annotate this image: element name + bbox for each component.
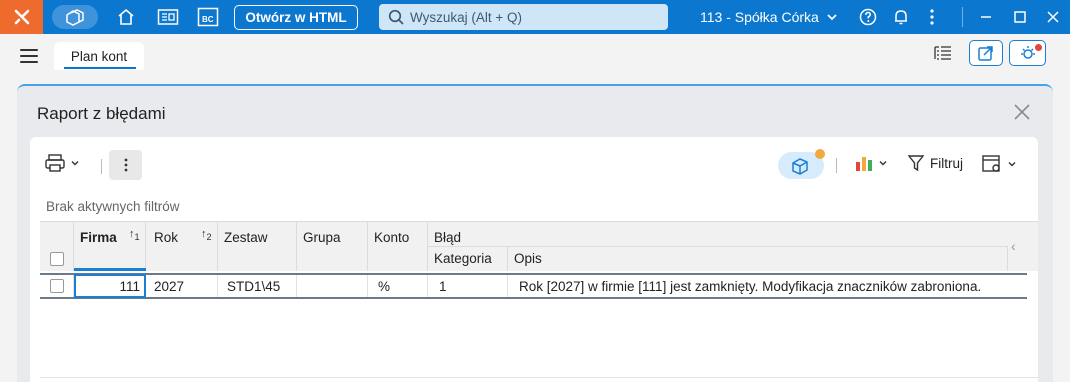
chevron-down-icon <box>879 161 887 166</box>
tree-list-icon[interactable] <box>926 40 960 66</box>
column-chooser-area: ‹ <box>1008 222 1038 271</box>
workspace: Plan kont Raport z błędami Filtruj Brak … <box>0 34 1070 382</box>
open-html-button[interactable]: Otwórz w HTML <box>234 5 358 30</box>
column-header-opis[interactable]: Opis <box>508 246 1008 271</box>
more-options-button[interactable] <box>109 150 142 180</box>
filter-label: Filtruj <box>930 155 963 171</box>
print-button[interactable] <box>44 153 80 173</box>
home-icon[interactable] <box>116 5 136 29</box>
chevron-down-icon <box>71 161 79 166</box>
sort-ascending-icon: ↑1 <box>129 228 140 243</box>
column-header-firma[interactable]: Firma ↑1 <box>74 222 146 271</box>
report-panel: Filtruj Brak aktywnych filtrów Firma ↑1 … <box>30 137 1038 382</box>
tab-plan-kont[interactable]: Plan kont <box>54 42 144 70</box>
modules-icon[interactable] <box>52 5 98 29</box>
maximize-icon[interactable] <box>1012 5 1028 29</box>
column-header-konto[interactable]: Konto <box>368 222 428 271</box>
chevron-left-icon[interactable]: ‹ <box>1011 238 1016 254</box>
cell-kategoria[interactable]: 1 <box>428 275 508 297</box>
notification-dot <box>1035 44 1042 51</box>
title-bar: BC Otwórz w HTML Wyszukaj (Alt + Q) 113 … <box>0 0 1070 34</box>
column-group-header-blad: Błąd <box>428 222 1008 246</box>
active-filters-status: Brak aktywnych filtrów <box>46 199 180 214</box>
cell-zestaw[interactable]: STD1\45 <box>218 275 297 297</box>
column-header-grupa[interactable]: Grupa <box>297 222 368 271</box>
cell-opis[interactable]: Rok [2027] w firmie [111] jest zamknięty… <box>508 275 1027 297</box>
row-checkbox-cell <box>40 275 74 297</box>
search-icon <box>388 9 404 25</box>
sorted-column-indicator <box>74 268 146 271</box>
toolbar-divider <box>836 158 837 173</box>
chevron-down-icon[interactable] <box>826 11 838 23</box>
cell-grupa[interactable] <box>297 275 368 297</box>
cell-rok[interactable]: 2027 <box>146 275 218 297</box>
bar-chart-icon <box>856 157 872 171</box>
svg-text:BC: BC <box>202 15 214 24</box>
search-placeholder: Wyszukaj (Alt + Q) <box>410 9 523 25</box>
bc-icon[interactable]: BC <box>196 5 220 29</box>
close-window-icon[interactable] <box>1045 5 1061 29</box>
cell-konto[interactable]: % <box>368 275 428 297</box>
table-row[interactable]: 111 2027 STD1\45 % 1 Rok [2027] w firmie… <box>40 273 1027 299</box>
select-all-header <box>40 222 74 271</box>
select-all-checkbox[interactable] <box>50 252 64 266</box>
column-header-zestaw[interactable]: Zestaw <box>218 222 297 271</box>
close-dialog-icon[interactable] <box>1013 103 1031 121</box>
cube-icon <box>792 157 808 175</box>
scrollbar-track <box>40 377 1038 378</box>
view-cube-button[interactable] <box>778 149 825 179</box>
active-tab-indicator <box>64 67 136 69</box>
column-header-kategoria[interactable]: Kategoria <box>428 246 508 271</box>
error-report-dialog: Raport z błędami Filtruj Brak aktywnych … <box>17 84 1053 382</box>
filter-icon <box>907 155 925 172</box>
view-settings-icon <box>982 155 1000 172</box>
status-dot <box>815 149 825 159</box>
more-vertical-icon <box>124 158 127 172</box>
help-icon[interactable] <box>858 5 878 29</box>
menu-icon[interactable] <box>20 49 38 67</box>
tips-lightbulb-icon[interactable] <box>1009 40 1046 66</box>
search-input[interactable]: Wyszukaj (Alt + Q) <box>379 4 668 30</box>
document-list-icon[interactable] <box>156 5 180 29</box>
cell-firma[interactable]: 111 <box>74 274 146 298</box>
toolbar-divider <box>101 159 102 174</box>
share-export-icon[interactable] <box>969 40 1003 66</box>
view-settings-button[interactable] <box>981 154 1017 174</box>
row-checkbox[interactable] <box>50 279 64 293</box>
filter-button[interactable]: Filtruj <box>907 154 963 172</box>
dialog-title: Raport z błędami <box>37 104 166 123</box>
titlebar-divider <box>962 7 963 27</box>
chevron-down-icon <box>1008 162 1016 167</box>
errors-grid: Firma ↑1 Rok ↑2 Zestaw Grupa Konto Błąd … <box>40 221 1038 382</box>
more-vertical-icon[interactable] <box>926 5 938 29</box>
minimize-icon[interactable] <box>978 5 994 29</box>
app-logo-icon[interactable] <box>0 0 43 34</box>
sort-ascending-icon: ↑2 <box>201 228 212 243</box>
notifications-bell-icon[interactable] <box>891 5 911 29</box>
company-selector[interactable]: 113 - Spółka Córka <box>700 9 819 25</box>
column-header-rok[interactable]: Rok ↑2 <box>146 222 218 271</box>
printer-icon <box>45 154 65 172</box>
chart-button[interactable] <box>854 154 888 172</box>
